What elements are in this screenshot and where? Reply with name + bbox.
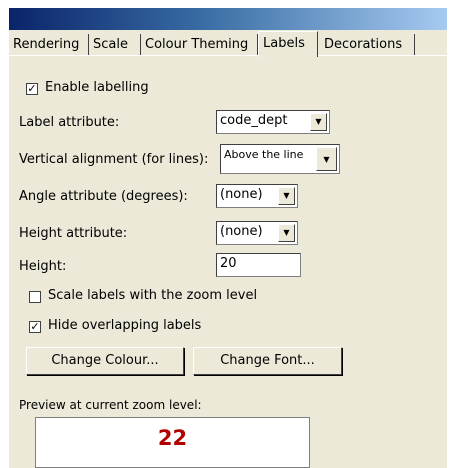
scale-labels-checkbox[interactable] bbox=[29, 291, 41, 303]
check-icon: ✓ bbox=[27, 82, 37, 95]
preview-box: 22 bbox=[35, 417, 310, 468]
vertical-alignment-label: Vertical alignment (for lines): bbox=[19, 152, 209, 167]
label-attribute-value: code_dept bbox=[220, 113, 288, 128]
height-attribute-label: Height attribute: bbox=[19, 226, 128, 241]
change-colour-button[interactable]: Change Colour... bbox=[26, 347, 184, 375]
tab-rendering[interactable]: Rendering bbox=[9, 34, 89, 55]
tab-decorations[interactable]: Decorations bbox=[320, 34, 415, 55]
change-font-button[interactable]: Change Font... bbox=[193, 347, 342, 375]
angle-attribute-value: (none) bbox=[220, 187, 263, 202]
hide-overlapping-label: Hide overlapping labels bbox=[48, 318, 202, 333]
tab-labels[interactable]: Labels bbox=[258, 31, 318, 57]
scale-labels-label: Scale labels with the zoom level bbox=[48, 288, 258, 303]
angle-attribute-label: Angle attribute (degrees): bbox=[19, 189, 188, 204]
check-icon: ✓ bbox=[30, 320, 40, 333]
enable-labelling-checkbox[interactable]: ✓ bbox=[26, 83, 38, 95]
preview-value: 22 bbox=[157, 426, 188, 450]
preview-label: Preview at current zoom level: bbox=[19, 398, 202, 412]
tab-strip: Rendering Scale Colour Theming Labels De… bbox=[9, 30, 447, 57]
tab-colour-theming[interactable]: Colour Theming bbox=[141, 34, 258, 55]
height-label: Height: bbox=[19, 259, 67, 274]
vertical-alignment-value: Above the line bbox=[224, 148, 304, 161]
dropdown-arrow-icon[interactable]: ▼ bbox=[310, 113, 327, 131]
height-attribute-select[interactable]: (none) ▼ bbox=[216, 221, 298, 245]
angle-attribute-select[interactable]: (none) ▼ bbox=[216, 184, 298, 208]
dropdown-arrow-icon[interactable]: ▼ bbox=[278, 224, 295, 242]
label-attribute-label: Label attribute: bbox=[19, 115, 120, 130]
labels-panel: ✓ Enable labelling Label attribute: code… bbox=[9, 56, 447, 468]
tab-scale[interactable]: Scale bbox=[89, 34, 141, 55]
window-titlebar bbox=[9, 8, 447, 30]
height-attribute-value: (none) bbox=[220, 224, 263, 239]
label-attribute-select[interactable]: code_dept ▼ bbox=[216, 110, 330, 134]
enable-labelling-label: Enable labelling bbox=[45, 80, 149, 95]
vertical-alignment-select[interactable]: Above the line ▼ bbox=[220, 144, 340, 174]
hide-overlapping-checkbox[interactable]: ✓ bbox=[29, 321, 41, 333]
dropdown-arrow-icon[interactable]: ▼ bbox=[316, 147, 337, 171]
dropdown-arrow-icon[interactable]: ▼ bbox=[278, 187, 295, 205]
height-input[interactable]: 20 bbox=[216, 253, 301, 277]
